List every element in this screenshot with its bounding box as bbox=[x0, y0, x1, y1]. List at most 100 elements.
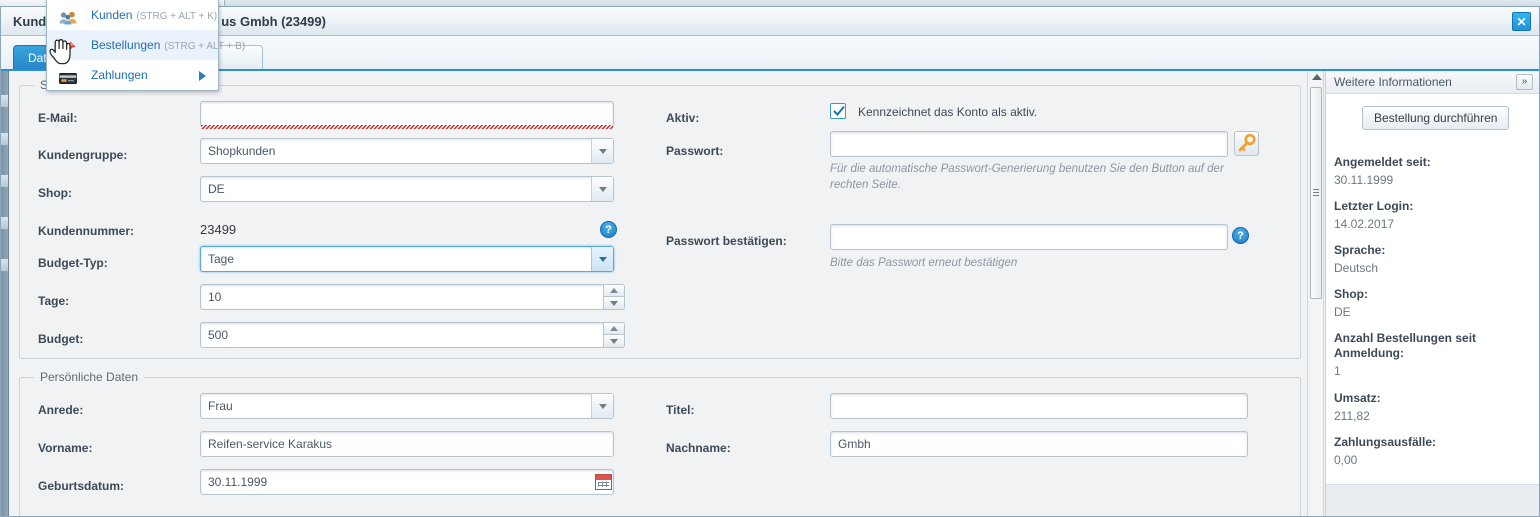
aktiv-description: Kennzeichnet das Konto als aktiv. bbox=[858, 105, 1038, 119]
menu-item-label: Bestellungen bbox=[91, 38, 161, 52]
passwort-help-icon[interactable]: ? bbox=[1232, 227, 1249, 244]
users-icon bbox=[59, 7, 77, 25]
anrede-value: Frau bbox=[208, 399, 233, 413]
generate-password-button[interactable] bbox=[1234, 131, 1259, 156]
label-kundennummer: Kundennummer: bbox=[38, 224, 134, 238]
label-tage: Tage: bbox=[38, 294, 70, 308]
chevron-down-icon[interactable] bbox=[591, 177, 613, 201]
passwort-bestaetigen-field[interactable] bbox=[830, 224, 1228, 250]
label-shop: Shop: bbox=[38, 186, 72, 200]
shop-value: DE bbox=[208, 182, 225, 196]
aktiv-checkbox[interactable] bbox=[830, 103, 846, 119]
dialog-content: Stammdaten E-Mail: Kundengruppe: Shopkun… bbox=[1, 71, 1539, 516]
shop-select[interactable]: DE bbox=[200, 176, 614, 202]
collapse-sidebar-icon[interactable]: » bbox=[1516, 74, 1533, 90]
application-window: Kundus Gmbh (23499) ✕ Date Stam bbox=[0, 0, 1540, 517]
menu-item-bestellungen[interactable]: Bestellungen (STRG + ALT + B) bbox=[47, 30, 245, 60]
kundennummer-help-icon[interactable]: ? bbox=[600, 221, 617, 238]
label-geburtsdatum: Geburtsdatum: bbox=[38, 479, 125, 493]
email-field[interactable] bbox=[200, 101, 614, 127]
budget-input[interactable] bbox=[200, 322, 614, 348]
info-sidebar: Weitere Informationen » Bestellung durch… bbox=[1325, 71, 1539, 516]
sidebar-field-key: Sprache: bbox=[1334, 243, 1386, 257]
chevron-down-icon[interactable] bbox=[591, 394, 613, 418]
kundengruppe-select[interactable]: Shopkunden bbox=[200, 138, 614, 164]
budget-stepper[interactable] bbox=[603, 322, 625, 348]
label-budget-typ: Budget-Typ: bbox=[38, 256, 108, 270]
sidebar-field-key: Letzter Login: bbox=[1334, 199, 1414, 213]
geburtsdatum-field[interactable] bbox=[200, 469, 614, 495]
submenu-arrow-icon bbox=[199, 71, 206, 81]
sidebar-body: Bestellung durchführen Angemeldet seit: … bbox=[1326, 94, 1539, 484]
pin-icon bbox=[59, 37, 77, 53]
vorname-field[interactable] bbox=[200, 431, 614, 457]
sidebar-field-value: 211,82 bbox=[1334, 409, 1370, 423]
calendar-icon[interactable] bbox=[595, 474, 612, 490]
scroll-up-icon[interactable] bbox=[1312, 74, 1322, 80]
sidebar-field-key: Zahlungsausfälle: bbox=[1334, 435, 1437, 449]
sidebar-footer bbox=[1326, 484, 1539, 516]
titel-field[interactable] bbox=[830, 393, 1248, 419]
menu-item-kunden[interactable]: Kunden (STRG + ALT + K) bbox=[47, 0, 218, 30]
passwort-hint: Für die automatische Passwort-Generierun… bbox=[830, 163, 1224, 191]
sidebar-field-zahlungsausfaelle: Zahlungsausfälle: 0,00 bbox=[1334, 435, 1524, 468]
left-toolbar-strip bbox=[1, 71, 9, 516]
budget-typ-select[interactable]: Tage bbox=[200, 246, 614, 272]
sidebar-header: Weitere Informationen » bbox=[1326, 71, 1539, 94]
menu-item-label: Zahlungen bbox=[91, 68, 148, 82]
fieldset-stammdaten: Stammdaten E-Mail: Kundengruppe: Shopkun… bbox=[19, 78, 1301, 359]
stepper-up-icon[interactable] bbox=[603, 322, 625, 335]
form-scrollbar[interactable] bbox=[1307, 71, 1324, 516]
label-vorname: Vorname: bbox=[38, 441, 93, 455]
sidebar-field-key: Shop: bbox=[1334, 287, 1368, 301]
sidebar-field-value: DE bbox=[1334, 305, 1351, 319]
sidebar-field-letzter-login: Letzter Login: 14.02.2017 bbox=[1334, 199, 1524, 232]
sidebar-field-shop: Shop: DE bbox=[1334, 287, 1524, 320]
kundennummer-value: 23499 bbox=[200, 222, 237, 237]
stepper-down-icon[interactable] bbox=[603, 335, 625, 348]
sidebar-field-key: Anzahl Bestellungen seit Anmeldung: bbox=[1334, 331, 1477, 360]
anrede-select[interactable]: Frau bbox=[200, 393, 614, 419]
nachname-field[interactable] bbox=[830, 431, 1248, 457]
sidebar-field-value: Deutsch bbox=[1334, 261, 1379, 275]
budget-typ-value: Tage bbox=[208, 252, 235, 266]
passwort-bestaetigen-hint: Bitte das Passwort erneut bestätigen bbox=[830, 257, 1018, 269]
credit-card-icon bbox=[59, 67, 77, 84]
label-budget: Budget: bbox=[38, 332, 84, 346]
chevron-down-icon[interactable] bbox=[591, 139, 613, 163]
label-kundengruppe: Kundengruppe: bbox=[38, 148, 128, 162]
label-titel: Titel: bbox=[666, 403, 695, 417]
label-aktiv: Aktiv: bbox=[666, 111, 700, 125]
stepper-down-icon[interactable] bbox=[603, 297, 625, 310]
sidebar-field-key: Umsatz: bbox=[1334, 391, 1381, 405]
sidebar-field-value: 0,00 bbox=[1334, 453, 1358, 467]
sidebar-field-value: 1 bbox=[1334, 364, 1341, 378]
tage-input[interactable] bbox=[200, 284, 614, 310]
dialog-title-end: us Gmbh (23499) bbox=[221, 14, 326, 29]
sidebar-field-value: 30.11.1999 bbox=[1334, 173, 1394, 187]
bestellung-durchfuehren-button[interactable]: Bestellung durchführen bbox=[1362, 106, 1510, 130]
stepper-up-icon[interactable] bbox=[603, 284, 625, 297]
legend-persoenliche-daten: Persönliche Daten bbox=[34, 370, 145, 384]
sidebar-field-key: Angemeldet seit: bbox=[1334, 155, 1431, 169]
tage-stepper[interactable] bbox=[603, 284, 625, 310]
form-pane: Stammdaten E-Mail: Kundengruppe: Shopkun… bbox=[9, 75, 1305, 516]
sidebar-field-angemeldet-seit: Angemeldet seit: 30.11.1999 bbox=[1334, 155, 1524, 188]
menu-item-shortcut: (STRG + ALT + K) bbox=[136, 11, 218, 22]
kundengruppe-value: Shopkunden bbox=[208, 144, 276, 158]
scrollbar-grip bbox=[1313, 189, 1319, 196]
label-email: E-Mail: bbox=[38, 111, 78, 125]
passwort-field[interactable] bbox=[830, 131, 1228, 157]
label-nachname: Nachname: bbox=[666, 441, 731, 455]
label-passwort: Passwort: bbox=[666, 144, 724, 158]
key-icon bbox=[1238, 133, 1256, 152]
scrollbar-thumb[interactable] bbox=[1310, 87, 1322, 299]
menu-item-label: Kunden bbox=[91, 8, 133, 22]
sidebar-field-umsatz: Umsatz: 211,82 bbox=[1334, 391, 1524, 424]
close-icon[interactable]: ✕ bbox=[1512, 12, 1531, 31]
chevron-down-icon[interactable] bbox=[591, 247, 613, 271]
fieldset-persoenliche-daten: Persönliche Daten Anrede: Frau Vorname: … bbox=[19, 370, 1301, 516]
sidebar-field-sprache: Sprache: Deutsch bbox=[1334, 243, 1524, 276]
sidebar-field-value: 14.02.2017 bbox=[1334, 217, 1395, 231]
menu-item-zahlungen[interactable]: Zahlungen bbox=[47, 60, 218, 90]
